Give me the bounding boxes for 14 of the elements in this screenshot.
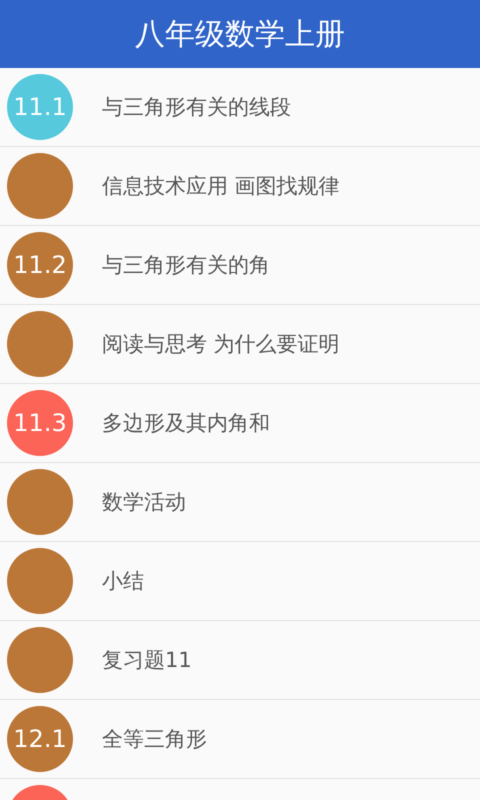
chapter-title: 与三角形有关的角 xyxy=(102,252,270,279)
chapter-title: 小结 xyxy=(102,568,144,595)
chapter-title: 复习题11 xyxy=(102,647,192,674)
chapter-title: 多边形及其内角和 xyxy=(102,410,270,437)
chapter-number: 11.2 xyxy=(13,251,67,279)
chapter-title: 全等三角形 xyxy=(102,726,207,753)
app-title: 八年级数学上册 xyxy=(135,16,345,54)
chapter-title: 数学活动 xyxy=(102,489,186,516)
chapter-title: 与三角形有关的线段 xyxy=(102,94,291,121)
chapter-title: 信息技术应用 画图找规律 xyxy=(102,173,340,200)
chapter-number: 12.1 xyxy=(13,725,67,753)
chapter-number: 11.3 xyxy=(13,409,67,437)
chapter-title: 阅读与思考 为什么要证明 xyxy=(102,331,340,358)
chapter-number: 11.1 xyxy=(13,93,67,121)
